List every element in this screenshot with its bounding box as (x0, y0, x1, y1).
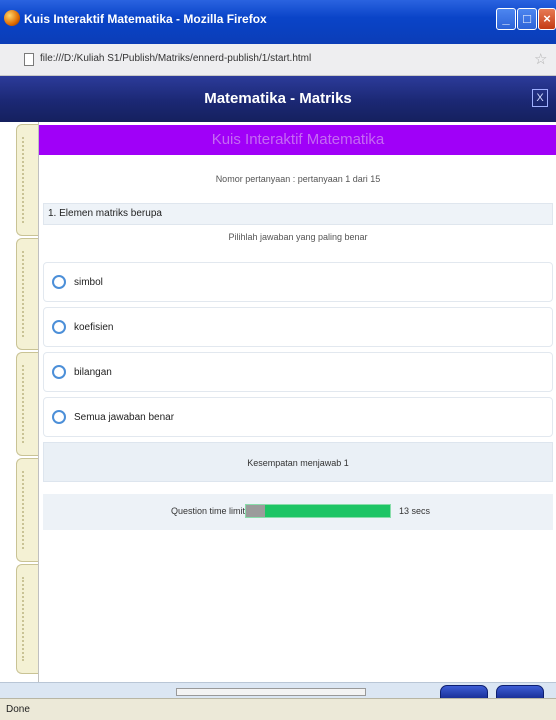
quiz-panel: Kuis Interaktif Matematika Nomor pertany… (38, 122, 556, 682)
next-button[interactable] (496, 685, 544, 699)
side-tabs (16, 124, 38, 692)
status-text: Done (6, 704, 30, 715)
side-tab-1[interactable] (16, 124, 38, 236)
horizontal-scrollbar[interactable] (176, 688, 366, 696)
close-window-button[interactable]: × (538, 8, 556, 30)
previous-button[interactable] (440, 685, 488, 699)
side-tab-4[interactable] (16, 458, 38, 562)
answer-option-3[interactable]: bilangan (43, 352, 553, 392)
option-label: simbol (74, 277, 103, 288)
instruction-text: Pilihlah jawaban yang paling benar (228, 232, 368, 242)
radio-button[interactable] (52, 320, 66, 334)
timer-value: 13 secs (399, 506, 431, 516)
window-title: Kuis Interaktif Matematika - Mozilla Fir… (24, 12, 267, 26)
side-tab-2[interactable] (16, 238, 38, 350)
timer-label: Question time limit (171, 506, 246, 516)
address-url[interactable]: file:///D:/Kuliah S1/Publish/Matriks/enn… (40, 53, 311, 64)
option-label: bilangan (74, 367, 112, 378)
page-icon (24, 53, 34, 66)
radio-button[interactable] (52, 275, 66, 289)
radio-button[interactable] (52, 365, 66, 379)
option-label: Semua jawaban benar (74, 412, 175, 423)
option-label: koefisien (74, 322, 114, 333)
answer-option-1[interactable]: simbol (43, 262, 553, 302)
quiz-banner: Kuis Interaktif Matematika (39, 125, 556, 155)
timer-progress-bar (245, 504, 391, 518)
radio-button[interactable] (52, 410, 66, 424)
question-counter: Nomor pertanyaan : pertanyaan 1 dari 15 (215, 174, 381, 184)
quiz-header: Matematika - Matriks X (0, 76, 556, 122)
answer-option-4[interactable]: Semua jawaban benar (43, 397, 553, 437)
bookmark-star-icon[interactable]: ☆ (534, 50, 547, 68)
question-text: 1. Elemen matriks berupa (43, 203, 553, 225)
maximize-button[interactable]: □ (517, 8, 537, 30)
quiz-footer (0, 682, 556, 699)
address-bar[interactable]: file:///D:/Kuliah S1/Publish/Matriks/enn… (0, 44, 556, 76)
answer-option-2[interactable]: koefisien (43, 307, 553, 347)
question-timer: Question time limit 13 secs (43, 494, 553, 530)
window-titlebar: Kuis Interaktif Matematika - Mozilla Fir… (0, 0, 556, 44)
status-bar: Done (0, 698, 556, 720)
quiz-title: Matematika - Matriks (204, 90, 352, 107)
side-tab-3[interactable] (16, 352, 38, 456)
attempts-remaining: Kesempatan menjawab 1 (43, 442, 553, 482)
quiz-close-button[interactable]: X (532, 89, 548, 107)
firefox-icon (4, 10, 20, 26)
timer-elapsed-fill (246, 505, 265, 517)
side-tab-5[interactable] (16, 564, 38, 674)
minimize-button[interactable]: _ (496, 8, 516, 30)
